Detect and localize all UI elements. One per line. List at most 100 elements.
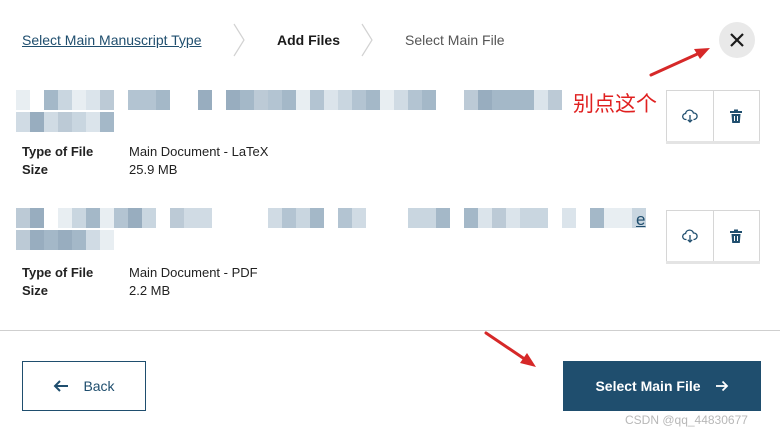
blur-cell [72,112,86,132]
blur-cell [58,230,72,250]
blur-cell [520,90,534,110]
delete-button[interactable] [712,211,759,261]
blur-cell [170,90,184,110]
blur-cell [548,208,562,228]
blur-cell [226,90,240,110]
blur-cell [492,90,506,110]
blur-cell [450,208,464,228]
blur-cell [618,208,632,228]
size-value: 25.9 MB [129,162,178,177]
blur-cell [128,90,142,110]
annotation-text: 别点这个 [573,92,657,116]
blur-cell [436,90,450,110]
blur-cell [310,90,324,110]
blur-cell [16,230,30,250]
blur-cell [142,208,156,228]
file-name-link[interactable]: e [636,210,645,230]
file-item: e Type of File Main Document - PDF Size … [0,200,780,310]
blur-cell [254,90,268,110]
blur-cell [408,90,422,110]
blur-cell [268,90,282,110]
blur-cell [450,90,464,110]
download-button[interactable] [667,211,713,261]
blur-cell [142,90,156,110]
blur-cell [212,90,226,110]
blur-cell [30,112,44,132]
blur-cell [394,90,408,110]
close-button[interactable] [719,22,755,58]
blur-cell [520,208,534,228]
blur-cell [296,90,310,110]
file-item: Type of File Main Document - LaTeX Size … [0,80,780,190]
download-button[interactable] [667,91,713,141]
blur-cell [296,208,310,228]
blur-cell [282,90,296,110]
type-label: Type of File [22,144,94,159]
blur-cell [324,208,338,228]
blur-cell [30,208,44,228]
blur-cell [534,208,548,228]
close-icon [730,33,744,47]
size-label: Size [22,162,49,177]
blur-cell [436,208,450,228]
file-actions [666,210,760,262]
blur-cell [198,208,212,228]
blur-cell [44,208,58,228]
blur-cell [506,208,520,228]
blur-cell [366,90,380,110]
blur-cell [226,208,240,228]
file-actions [666,90,760,142]
blur-cell [128,208,142,228]
blur-cell [100,230,114,250]
footer-divider [0,330,780,331]
blur-cell [422,90,436,110]
divider [666,141,760,144]
blur-cell [562,208,576,228]
select-main-file-button[interactable]: Select Main File [563,361,761,411]
blur-cell [156,208,170,228]
blur-cell [352,90,366,110]
blur-cell [100,208,114,228]
step-select-main-manuscript-type[interactable]: Select Main Manuscript Type [22,31,202,49]
download-icon [682,109,698,123]
blur-cell [492,208,506,228]
blur-cell [114,90,128,110]
blur-cell [408,208,422,228]
file-name-blurred [16,90,576,132]
blur-cell [212,208,226,228]
blur-cell [100,112,114,132]
file-name-blurred [16,208,656,250]
blur-cell [72,90,86,110]
divider [666,261,760,264]
back-label: Back [83,378,115,394]
blur-cell [240,208,254,228]
blur-cell [44,90,58,110]
blur-row [16,90,576,110]
blur-cell [548,90,562,110]
blur-cell [156,90,170,110]
blur-cell [114,208,128,228]
blur-cell [58,90,72,110]
blur-cell [44,112,58,132]
back-button[interactable]: Back [22,361,146,411]
step-separator-icon [233,23,245,57]
arrow-right-icon [715,380,728,392]
size-value: 2.2 MB [129,283,171,298]
blur-cell [324,90,338,110]
blur-cell [198,90,212,110]
blur-cell [58,208,72,228]
watermark: CSDN @qq_44830677 [625,413,748,427]
blur-cell [30,230,44,250]
delete-button[interactable] [712,91,759,141]
blur-cell [86,230,100,250]
blur-cell [604,208,618,228]
blur-cell [282,208,296,228]
blur-cell [100,90,114,110]
select-main-file-label: Select Main File [595,378,701,394]
blur-row [16,230,126,250]
type-value: Main Document - LaTeX [129,144,269,159]
blur-cell [72,230,86,250]
blur-cell [464,90,478,110]
step-separator-icon [361,23,373,57]
blur-row [16,208,646,228]
